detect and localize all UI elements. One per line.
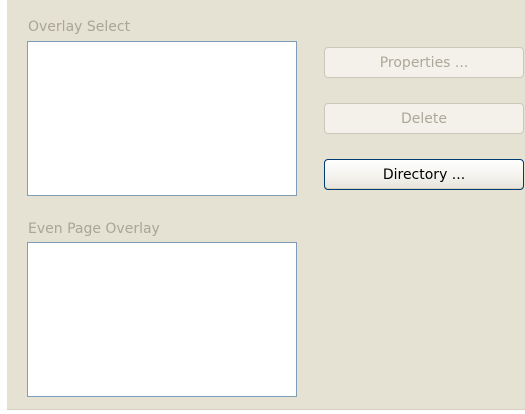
directory-button[interactable]: Directory ... <box>324 159 524 190</box>
even-page-overlay-listbox[interactable] <box>27 242 297 397</box>
overlay-select-label: Overlay Select <box>28 19 131 35</box>
overlay-settings-panel: Overlay Select Even Page Overlay Propert… <box>7 0 525 410</box>
delete-button[interactable]: Delete <box>324 103 524 134</box>
properties-button[interactable]: Properties ... <box>324 47 524 78</box>
overlay-select-listbox[interactable] <box>27 41 297 196</box>
even-page-overlay-label: Even Page Overlay <box>28 221 160 237</box>
